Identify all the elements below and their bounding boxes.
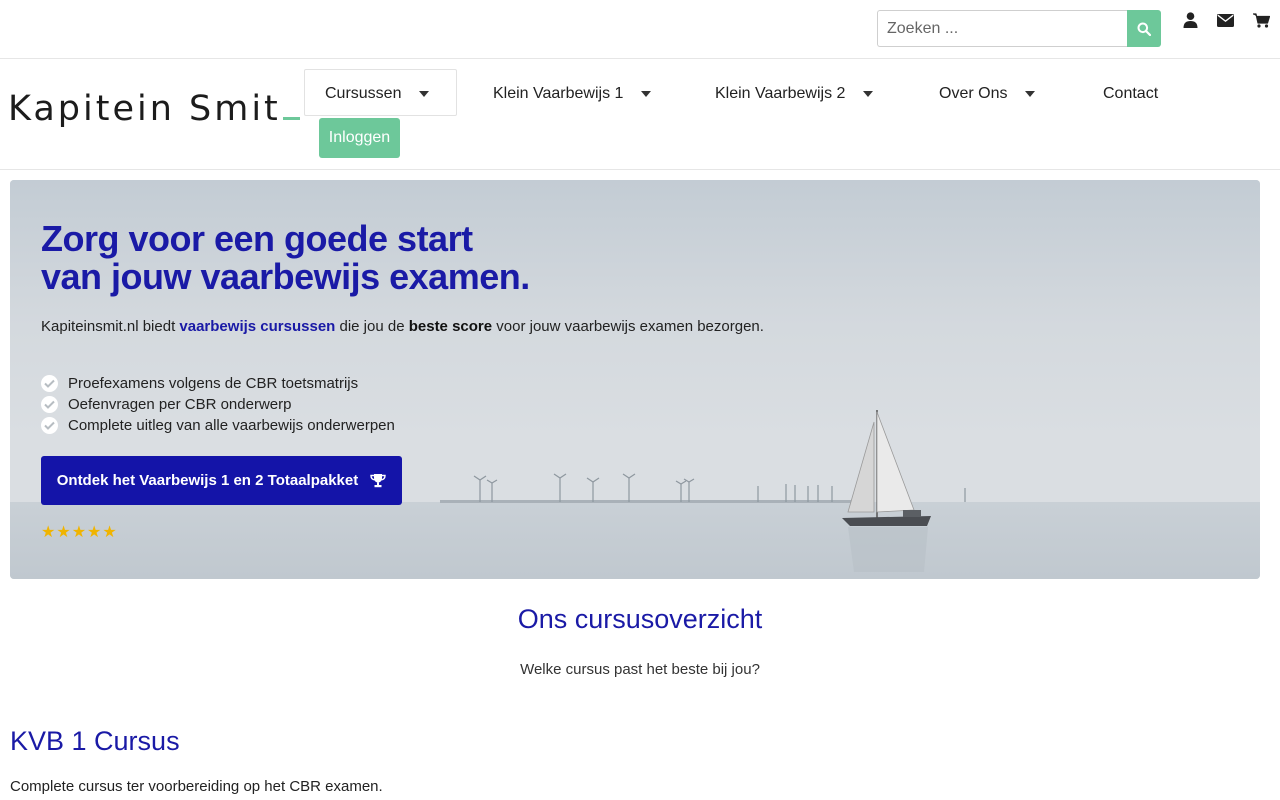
logo-underscore	[282, 117, 300, 120]
caret-down-icon	[419, 91, 430, 97]
list-item: Oefenvragen per CBR onderwerp	[41, 394, 395, 415]
star-icon: ★	[87, 524, 102, 541]
star-icon: ★	[56, 524, 71, 541]
cta-label: Ontdek het Vaarbewijs 1 en 2 Totaalpakke…	[56, 472, 359, 489]
nav-item-over-ons[interactable]: Over Ons	[939, 82, 1036, 106]
contact-link[interactable]	[1216, 11, 1234, 29]
list-item: Proefexamens volgens de CBR toetsmatrijs	[41, 373, 395, 394]
search-icon	[1137, 22, 1151, 36]
search-input[interactable]	[877, 10, 1127, 47]
feature-checklist: Proefexamens volgens de CBR toetsmatrijs…	[41, 373, 395, 436]
nav-label: Cursussen	[325, 85, 402, 102]
overview-title: Ons cursusoverzicht	[517, 604, 763, 634]
login-button[interactable]: Inloggen	[319, 118, 400, 158]
list-item: Complete uitleg van alle vaarbewijs onde…	[41, 415, 395, 436]
course-title: KVB 1 Cursus	[10, 726, 180, 756]
nav-item-contact[interactable]: Contact	[1103, 82, 1158, 106]
course-description: Complete cursus ter voorbereiding op het…	[10, 778, 383, 795]
top-bar	[0, 0, 1280, 59]
cart-icon	[1252, 12, 1270, 28]
hero-intro: Kapiteinsmit.nl biedt vaarbewijs cursuss…	[41, 318, 764, 335]
hero-banner: Zorg voor een goede start van jouw vaarb…	[10, 180, 1260, 579]
intro-text: Kapiteinsmit.nl biedt	[41, 318, 180, 335]
list-item-label: Complete uitleg van alle vaarbewijs onde…	[68, 417, 395, 434]
totaalpakket-cta-button[interactable]: Ontdek het Vaarbewijs 1 en 2 Totaalpakke…	[41, 456, 402, 505]
site-logo[interactable]: Kapitein Smit	[8, 89, 300, 129]
nav-label: Klein Vaarbewijs 2	[715, 85, 846, 102]
star-rating: ★ ★ ★ ★ ★	[41, 525, 117, 541]
logo-text: Kapitein Smit	[8, 89, 281, 129]
nav-item-klein-vaarbewijs-1[interactable]: Klein Vaarbewijs 1	[493, 82, 652, 106]
account-link[interactable]	[1181, 11, 1199, 29]
caret-down-icon	[863, 91, 874, 97]
cart-link[interactable]	[1252, 11, 1270, 29]
check-circle-icon	[41, 396, 58, 413]
intro-bold-text: beste score	[408, 318, 493, 335]
nav-item-cursussen[interactable]: Cursussen	[325, 82, 430, 106]
search-form	[877, 10, 1161, 47]
search-button[interactable]	[1127, 10, 1161, 47]
hero-title-line-1: Zorg voor een goede start	[41, 218, 473, 259]
user-icon	[1183, 12, 1197, 28]
star-icon: ★	[102, 524, 117, 541]
nav-label: Klein Vaarbewijs 1	[493, 85, 624, 102]
site-header: Kapitein Smit Cursussen Klein Vaarbewijs…	[0, 59, 1280, 170]
star-icon: ★	[41, 524, 56, 541]
vaarbewijs-cursussen-link[interactable]: vaarbewijs cursussen	[179, 318, 335, 335]
caret-down-icon	[641, 91, 652, 97]
list-item-label: Oefenvragen per CBR onderwerp	[68, 396, 292, 413]
nav-label: Over Ons	[939, 85, 1008, 102]
intro-text: die jou de	[335, 318, 409, 335]
list-item-label: Proefexamens volgens de CBR toetsmatrijs	[68, 375, 359, 392]
check-circle-icon	[41, 375, 58, 392]
caret-down-icon	[1025, 91, 1036, 97]
envelope-icon	[1216, 13, 1234, 27]
nav-item-klein-vaarbewijs-2[interactable]: Klein Vaarbewijs 2	[715, 82, 874, 106]
trophy-icon	[370, 474, 386, 488]
hero-title: Zorg voor een goede start van jouw vaarb…	[41, 220, 530, 296]
intro-text: voor jouw vaarbewijs examen bezorgen.	[492, 318, 764, 335]
star-icon: ★	[71, 524, 87, 541]
nav-label: Contact	[1103, 85, 1159, 102]
hero-title-line-2: van jouw vaarbewijs examen.	[41, 256, 530, 297]
check-circle-icon	[41, 417, 58, 434]
overview-subtitle: Welke cursus past het beste bij jou?	[520, 661, 760, 678]
